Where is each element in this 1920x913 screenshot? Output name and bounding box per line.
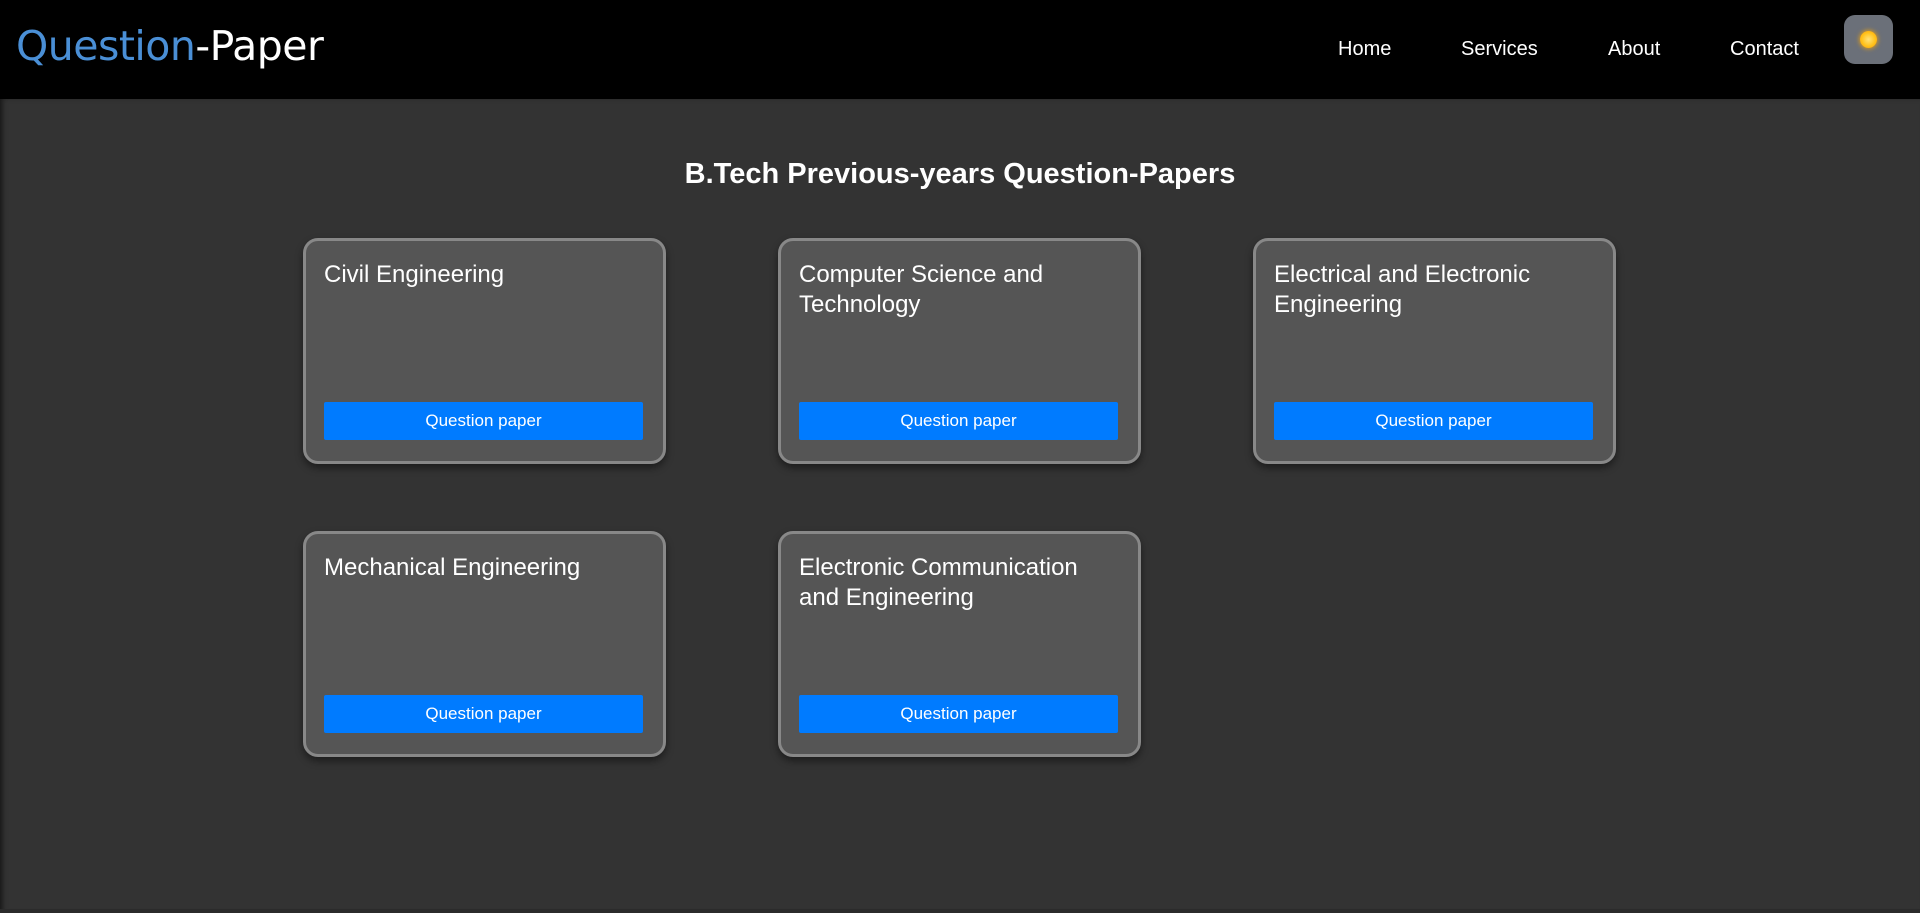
nav-links: Home Services About Contact [0,36,1920,64]
sun-icon [1860,31,1877,48]
page-title: B.Tech Previous-years Question-Papers [684,158,1236,190]
card-title: Mechanical Engineering [324,554,581,581]
card-civil-engineering: Civil Engineering Question paper [303,238,666,464]
card-electrical-engineering: Electrical and Electronic Engineering Qu… [1253,238,1616,464]
page-bottom-edge [0,909,1920,913]
card-computer-science: Computer Science and Technology Question… [778,238,1141,464]
question-paper-button[interactable]: Question paper [799,402,1118,440]
question-paper-button[interactable]: Question paper [324,402,643,440]
theme-toggle-button[interactable] [1844,15,1893,64]
main-content: B.Tech Previous-years Question-Papers Ci… [0,99,1920,913]
card-electronic-communication: Electronic Communication and Engineering… [778,531,1141,757]
card-mechanical-engineering: Mechanical Engineering Question paper [303,531,666,757]
navbar: Question-Paper Home Services About Conta… [0,0,1920,99]
card-title: Computer Science and Technology [799,261,1044,318]
question-paper-button[interactable]: Question paper [799,695,1118,733]
card-title: Civil Engineering [324,261,505,288]
card-title: Electrical and Electronic Engineering [1274,261,1531,318]
nav-link-home[interactable]: Home [1338,36,1391,62]
card-title: Electronic Communication and Engineering [799,554,1078,611]
nav-link-about[interactable]: About [1608,36,1660,62]
question-paper-button[interactable]: Question paper [1274,402,1593,440]
nav-link-contact[interactable]: Contact [1730,36,1799,62]
nav-link-services[interactable]: Services [1461,36,1538,62]
question-paper-button[interactable]: Question paper [324,695,643,733]
